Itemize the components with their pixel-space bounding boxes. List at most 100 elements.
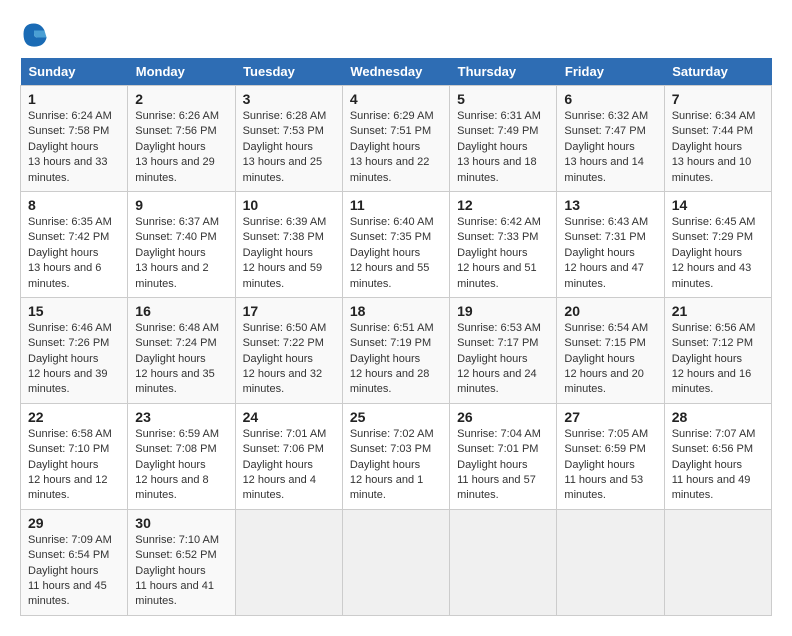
day-info: Sunrise: 6:26 AMSunset: 7:56 PMDaylight … xyxy=(135,110,219,184)
calendar-cell-w4d1: 30 Sunrise: 7:10 AMSunset: 6:52 PMDayligh… xyxy=(128,509,235,615)
day-info: Sunrise: 6:34 AMSunset: 7:44 PMDaylight … xyxy=(672,110,756,184)
calendar-week-row-2: 15 Sunrise: 6:46 AMSunset: 7:26 PMDayligh… xyxy=(21,297,772,403)
day-number: 13 xyxy=(564,197,656,213)
day-info: Sunrise: 6:42 AMSunset: 7:33 PMDaylight … xyxy=(457,216,541,290)
calendar-cell-w3d4: 26 Sunrise: 7:04 AMSunset: 7:01 PMDayligh… xyxy=(450,403,557,509)
day-number: 22 xyxy=(28,409,120,425)
calendar-cell-w4d3 xyxy=(342,509,449,615)
day-number: 9 xyxy=(135,197,227,213)
day-number: 10 xyxy=(243,197,335,213)
day-number: 23 xyxy=(135,409,227,425)
day-number: 26 xyxy=(457,409,549,425)
calendar-cell-w0d6: 7Sunrise: 6:34 AMSunset: 7:44 PMDaylight… xyxy=(664,86,771,192)
day-info: Sunrise: 6:46 AMSunset: 7:26 PMDaylight … xyxy=(28,322,112,396)
day-number: 16 xyxy=(135,303,227,319)
calendar-cell-w0d0: 1Sunrise: 6:24 AMSunset: 7:58 PMDaylight… xyxy=(21,86,128,192)
day-info: Sunrise: 6:56 AMSunset: 7:12 PMDaylight … xyxy=(672,322,756,396)
calendar-cell-w4d5 xyxy=(557,509,664,615)
day-number: 4 xyxy=(350,91,442,107)
calendar-cell-w3d6: 28 Sunrise: 7:07 AMSunset: 6:56 PMDayligh… xyxy=(664,403,771,509)
calendar-cell-w2d5: 20 Sunrise: 6:54 AMSunset: 7:15 PMDayligh… xyxy=(557,297,664,403)
calendar-cell-w2d0: 15 Sunrise: 6:46 AMSunset: 7:26 PMDayligh… xyxy=(21,297,128,403)
day-number: 6 xyxy=(564,91,656,107)
calendar-cell-w2d3: 18Sunrise: 6:51 AMSunset: 7:19 PMDayligh… xyxy=(342,297,449,403)
header-wednesday: Wednesday xyxy=(342,58,449,86)
calendar-body: 1Sunrise: 6:24 AMSunset: 7:58 PMDaylight… xyxy=(21,86,772,616)
day-number: 5 xyxy=(457,91,549,107)
page-header xyxy=(20,20,772,48)
day-number: 15 xyxy=(28,303,120,319)
calendar-cell-w1d6: 14 Sunrise: 6:45 AMSunset: 7:29 PMDayligh… xyxy=(664,191,771,297)
day-number: 28 xyxy=(672,409,764,425)
calendar-cell-w1d2: 10 Sunrise: 6:39 AMSunset: 7:38 PMDayligh… xyxy=(235,191,342,297)
header-monday: Monday xyxy=(128,58,235,86)
calendar-table: Sunday Monday Tuesday Wednesday Thursday… xyxy=(20,58,772,616)
calendar-cell-w4d2 xyxy=(235,509,342,615)
calendar-cell-w2d2: 17 Sunrise: 6:50 AMSunset: 7:22 PMDayligh… xyxy=(235,297,342,403)
day-info: Sunrise: 6:40 AMSunset: 7:35 PMDaylight … xyxy=(350,216,434,290)
day-number: 30 xyxy=(135,515,227,531)
day-info: Sunrise: 6:45 AMSunset: 7:29 PMDaylight … xyxy=(672,216,756,290)
calendar-cell-w1d3: 11Sunrise: 6:40 AMSunset: 7:35 PMDayligh… xyxy=(342,191,449,297)
calendar-cell-w3d5: 27 Sunrise: 7:05 AMSunset: 6:59 PMDayligh… xyxy=(557,403,664,509)
day-info: Sunrise: 7:01 AMSunset: 7:06 PMDaylight … xyxy=(243,428,327,502)
day-number: 2 xyxy=(135,91,227,107)
calendar-cell-w1d0: 8Sunrise: 6:35 AMSunset: 7:42 PMDaylight… xyxy=(21,191,128,297)
day-info: Sunrise: 6:28 AMSunset: 7:53 PMDaylight … xyxy=(243,110,327,184)
calendar-cell-w1d4: 12 Sunrise: 6:42 AMSunset: 7:33 PMDayligh… xyxy=(450,191,557,297)
logo-icon xyxy=(20,20,48,48)
calendar-cell-w0d4: 5 Sunrise: 6:31 AMSunset: 7:49 PMDaylight… xyxy=(450,86,557,192)
day-number: 12 xyxy=(457,197,549,213)
calendar-cell-w1d1: 9 Sunrise: 6:37 AMSunset: 7:40 PMDaylight… xyxy=(128,191,235,297)
calendar-cell-w2d6: 21 Sunrise: 6:56 AMSunset: 7:12 PMDayligh… xyxy=(664,297,771,403)
day-info: Sunrise: 6:39 AMSunset: 7:38 PMDaylight … xyxy=(243,216,327,290)
day-info: Sunrise: 7:10 AMSunset: 6:52 PMDaylight … xyxy=(135,534,219,608)
day-info: Sunrise: 6:54 AMSunset: 7:15 PMDaylight … xyxy=(564,322,648,396)
day-info: Sunrise: 6:32 AMSunset: 7:47 PMDaylight … xyxy=(564,110,648,184)
calendar-cell-w4d0: 29 Sunrise: 7:09 AMSunset: 6:54 PMDayligh… xyxy=(21,509,128,615)
calendar-cell-w3d3: 25Sunrise: 7:02 AMSunset: 7:03 PMDayligh… xyxy=(342,403,449,509)
day-number: 8 xyxy=(28,197,120,213)
calendar-week-row-0: 1Sunrise: 6:24 AMSunset: 7:58 PMDaylight… xyxy=(21,86,772,192)
day-number: 25 xyxy=(350,409,442,425)
day-info: Sunrise: 6:50 AMSunset: 7:22 PMDaylight … xyxy=(243,322,327,396)
day-number: 19 xyxy=(457,303,549,319)
day-number: 29 xyxy=(28,515,120,531)
day-number: 21 xyxy=(672,303,764,319)
header-sunday: Sunday xyxy=(21,58,128,86)
day-info: Sunrise: 6:58 AMSunset: 7:10 PMDaylight … xyxy=(28,428,112,502)
logo xyxy=(20,20,52,48)
calendar-cell-w0d5: 6 Sunrise: 6:32 AMSunset: 7:47 PMDaylight… xyxy=(557,86,664,192)
day-number: 18 xyxy=(350,303,442,319)
calendar-week-row-1: 8Sunrise: 6:35 AMSunset: 7:42 PMDaylight… xyxy=(21,191,772,297)
calendar-header: Sunday Monday Tuesday Wednesday Thursday… xyxy=(21,58,772,86)
day-info: Sunrise: 7:05 AMSunset: 6:59 PMDaylight … xyxy=(564,428,648,502)
day-number: 1 xyxy=(28,91,120,107)
header-friday: Friday xyxy=(557,58,664,86)
day-info: Sunrise: 7:07 AMSunset: 6:56 PMDaylight … xyxy=(672,428,756,502)
calendar-cell-w0d2: 3 Sunrise: 6:28 AMSunset: 7:53 PMDaylight… xyxy=(235,86,342,192)
day-number: 27 xyxy=(564,409,656,425)
day-number: 14 xyxy=(672,197,764,213)
day-number: 24 xyxy=(243,409,335,425)
calendar-cell-w2d1: 16 Sunrise: 6:48 AMSunset: 7:24 PMDayligh… xyxy=(128,297,235,403)
day-info: Sunrise: 6:48 AMSunset: 7:24 PMDaylight … xyxy=(135,322,219,396)
calendar-cell-w3d0: 22 Sunrise: 6:58 AMSunset: 7:10 PMDayligh… xyxy=(21,403,128,509)
header-tuesday: Tuesday xyxy=(235,58,342,86)
calendar-week-row-3: 22 Sunrise: 6:58 AMSunset: 7:10 PMDayligh… xyxy=(21,403,772,509)
day-number: 3 xyxy=(243,91,335,107)
calendar-cell-w4d4 xyxy=(450,509,557,615)
day-info: Sunrise: 7:09 AMSunset: 6:54 PMDaylight … xyxy=(28,534,112,608)
day-info: Sunrise: 6:31 AMSunset: 7:49 PMDaylight … xyxy=(457,110,541,184)
day-number: 20 xyxy=(564,303,656,319)
calendar-cell-w0d3: 4Sunrise: 6:29 AMSunset: 7:51 PMDaylight… xyxy=(342,86,449,192)
day-info: Sunrise: 6:59 AMSunset: 7:08 PMDaylight … xyxy=(135,428,219,502)
calendar-week-row-4: 29 Sunrise: 7:09 AMSunset: 6:54 PMDayligh… xyxy=(21,509,772,615)
day-number: 17 xyxy=(243,303,335,319)
calendar-cell-w0d1: 2 Sunrise: 6:26 AMSunset: 7:56 PMDaylight… xyxy=(128,86,235,192)
day-info: Sunrise: 7:04 AMSunset: 7:01 PMDaylight … xyxy=(457,428,541,502)
day-info: Sunrise: 6:53 AMSunset: 7:17 PMDaylight … xyxy=(457,322,541,396)
day-info: Sunrise: 6:43 AMSunset: 7:31 PMDaylight … xyxy=(564,216,648,290)
header-row: Sunday Monday Tuesday Wednesday Thursday… xyxy=(21,58,772,86)
day-info: Sunrise: 6:37 AMSunset: 7:40 PMDaylight … xyxy=(135,216,219,290)
